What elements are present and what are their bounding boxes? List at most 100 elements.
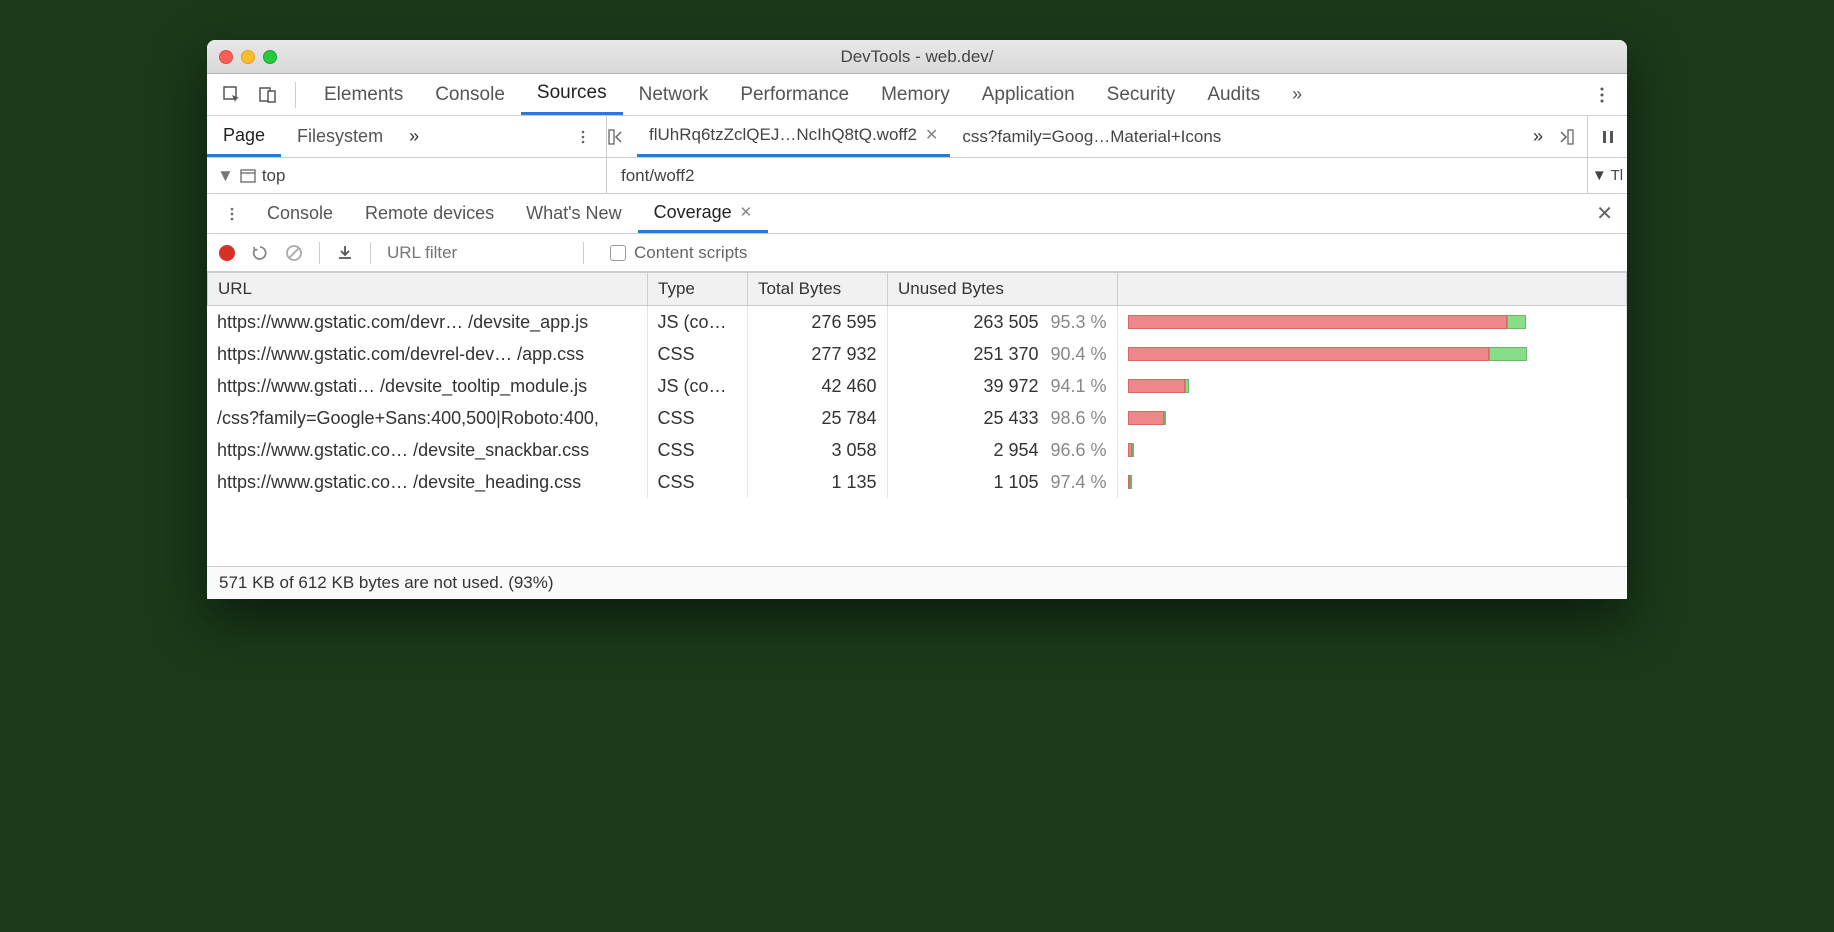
divider xyxy=(295,82,296,108)
navigator-menu-icon[interactable] xyxy=(568,122,598,152)
cell-type: CSS xyxy=(647,434,747,466)
cell-url: https://www.gstatic.com/devrel-dev… /app… xyxy=(207,338,647,370)
header-url[interactable]: URL xyxy=(208,273,648,306)
header-type[interactable]: Type xyxy=(648,273,748,306)
cell-usage-bar xyxy=(1117,434,1627,466)
source-tab[interactable]: css?family=Goog…Material+Icons xyxy=(950,116,1233,157)
prev-tab-icon[interactable] xyxy=(607,128,637,146)
divider xyxy=(370,242,371,264)
cell-url: https://www.gstati… /devsite_tooltip_mod… xyxy=(207,370,647,402)
table-row[interactable]: /css?family=Google+Sans:400,500|Roboto:4… xyxy=(207,402,1627,434)
settings-menu-icon[interactable] xyxy=(1587,80,1617,110)
cell-unused-bytes: 25 43398.6 % xyxy=(887,402,1117,434)
coverage-table: URL Type Total Bytes Unused Bytes xyxy=(207,272,1627,306)
next-tab-icon[interactable] xyxy=(1557,128,1587,146)
source-file-tabs: flUhRq6tzZclQEJ…NcIhQ8tQ.woff2 ✕ css?famil… xyxy=(607,116,1587,157)
source-tabs-overflow[interactable]: » xyxy=(1519,126,1557,147)
close-tab-icon[interactable]: ✕ xyxy=(740,203,753,221)
header-visualization[interactable] xyxy=(1118,273,1627,306)
checkbox-icon xyxy=(610,245,626,261)
tab-audits[interactable]: Audits xyxy=(1191,74,1276,115)
file-tree[interactable]: ▼ top xyxy=(207,158,607,193)
table-row[interactable]: https://www.gstatic.com/devr… /devsite_a… xyxy=(207,306,1627,338)
close-drawer-icon[interactable]: ✕ xyxy=(1596,201,1613,226)
divider xyxy=(583,242,584,264)
sources-subheader: PageFilesystem » flUhRq6tzZclQEJ…NcIhQ8t… xyxy=(207,116,1627,158)
window-title: DevTools - web.dev/ xyxy=(207,47,1627,67)
title-bar: DevTools - web.dev/ xyxy=(207,40,1627,74)
cell-total-bytes: 277 932 xyxy=(747,338,887,370)
drawer-tab-label: What's New xyxy=(526,203,621,224)
cell-unused-bytes: 39 97294.1 % xyxy=(887,370,1117,402)
cell-type: CSS xyxy=(647,466,747,498)
content-type-label: font/woff2 xyxy=(607,158,1587,193)
devtools-window: DevTools - web.dev/ ElementsConsoleSourc… xyxy=(207,40,1627,599)
cell-url: https://www.gstatic.co… /devsite_snackba… xyxy=(207,434,647,466)
cell-usage-bar xyxy=(1117,306,1627,338)
tab-network[interactable]: Network xyxy=(623,74,725,115)
record-button[interactable] xyxy=(219,245,235,261)
drawer-tab-coverage[interactable]: Coverage✕ xyxy=(638,194,769,233)
tab-console[interactable]: Console xyxy=(419,74,521,115)
source-tab-label: flUhRq6tzZclQEJ…NcIhQ8tQ.woff2 xyxy=(649,125,917,145)
tab-elements[interactable]: Elements xyxy=(308,74,419,115)
tab-security[interactable]: Security xyxy=(1091,74,1192,115)
reload-icon[interactable] xyxy=(251,244,269,262)
main-tabs-overflow[interactable]: » xyxy=(1282,84,1312,105)
sources-content-row: ▼ top font/woff2 ▼ Tl xyxy=(207,158,1627,194)
drawer-tab-remote-devices[interactable]: Remote devices xyxy=(349,194,510,233)
table-row[interactable]: https://www.gstati… /devsite_tooltip_mod… xyxy=(207,370,1627,402)
cell-unused-bytes: 1 10597.4 % xyxy=(887,466,1117,498)
chevron-down-icon: ▼ xyxy=(217,166,234,186)
cell-total-bytes: 1 135 xyxy=(747,466,887,498)
navigator-tabs: PageFilesystem » xyxy=(207,116,607,157)
tab-application[interactable]: Application xyxy=(966,74,1091,115)
table-row[interactable]: https://www.gstatic.com/devrel-dev… /app… xyxy=(207,338,1627,370)
toggle-device-icon[interactable] xyxy=(253,80,283,110)
tab-performance[interactable]: Performance xyxy=(724,74,865,115)
cell-unused-bytes: 2 95496.6 % xyxy=(887,434,1117,466)
cell-url: /css?family=Google+Sans:400,500|Roboto:4… xyxy=(207,402,647,434)
drawer-tab-what-s-new[interactable]: What's New xyxy=(510,194,637,233)
navigator-tab-page[interactable]: Page xyxy=(207,116,281,157)
navigator-tabs-overflow[interactable]: » xyxy=(399,126,429,147)
close-tab-icon[interactable]: ✕ xyxy=(925,125,938,145)
cell-url: https://www.gstatic.co… /devsite_heading… xyxy=(207,466,647,498)
right-sidebar-toggle[interactable]: ▼ Tl xyxy=(1587,158,1627,193)
cell-total-bytes: 276 595 xyxy=(747,306,887,338)
pause-script-icon[interactable] xyxy=(1587,116,1627,157)
cell-type: JS (coa… xyxy=(647,370,747,402)
drawer-menu-icon[interactable] xyxy=(217,199,247,229)
content-scripts-checkbox[interactable]: Content scripts xyxy=(610,243,747,263)
cell-usage-bar xyxy=(1117,466,1627,498)
cell-url: https://www.gstatic.com/devr… /devsite_a… xyxy=(207,306,647,338)
cell-usage-bar xyxy=(1117,402,1627,434)
coverage-toolbar: Content scripts xyxy=(207,234,1627,272)
cell-unused-bytes: 263 50595.3 % xyxy=(887,306,1117,338)
tab-sources[interactable]: Sources xyxy=(521,74,623,115)
tab-memory[interactable]: Memory xyxy=(865,74,966,115)
drawer-tab-strip: Console Remote devices What's New Coverage✕… xyxy=(207,194,1627,234)
cell-type: JS (coa… xyxy=(647,306,747,338)
clear-icon[interactable] xyxy=(285,244,303,262)
cell-total-bytes: 3 058 xyxy=(747,434,887,466)
tree-root-label: top xyxy=(262,166,286,186)
header-total[interactable]: Total Bytes xyxy=(748,273,888,306)
table-row[interactable]: https://www.gstatic.co… /devsite_heading… xyxy=(207,466,1627,498)
source-tab-label: css?family=Goog…Material+Icons xyxy=(962,127,1221,147)
cell-type: CSS xyxy=(647,338,747,370)
divider xyxy=(319,242,320,264)
header-unused[interactable]: Unused Bytes xyxy=(888,273,1118,306)
table-row[interactable]: https://www.gstatic.co… /devsite_snackba… xyxy=(207,434,1627,466)
coverage-summary: 571 KB of 612 KB bytes are not used. (93… xyxy=(207,566,1627,599)
cell-total-bytes: 42 460 xyxy=(747,370,887,402)
drawer-tab-console[interactable]: Console xyxy=(251,194,349,233)
drawer-tab-label: Console xyxy=(267,203,333,224)
inspect-element-icon[interactable] xyxy=(217,80,247,110)
export-icon[interactable] xyxy=(336,244,354,262)
content-scripts-label: Content scripts xyxy=(634,243,747,263)
source-tab[interactable]: flUhRq6tzZclQEJ…NcIhQ8tQ.woff2 ✕ xyxy=(637,116,950,157)
url-filter-input[interactable] xyxy=(387,243,567,263)
navigator-tab-filesystem[interactable]: Filesystem xyxy=(281,116,399,157)
main-tab-strip: ElementsConsoleSourcesNetworkPerformance… xyxy=(207,74,1627,116)
